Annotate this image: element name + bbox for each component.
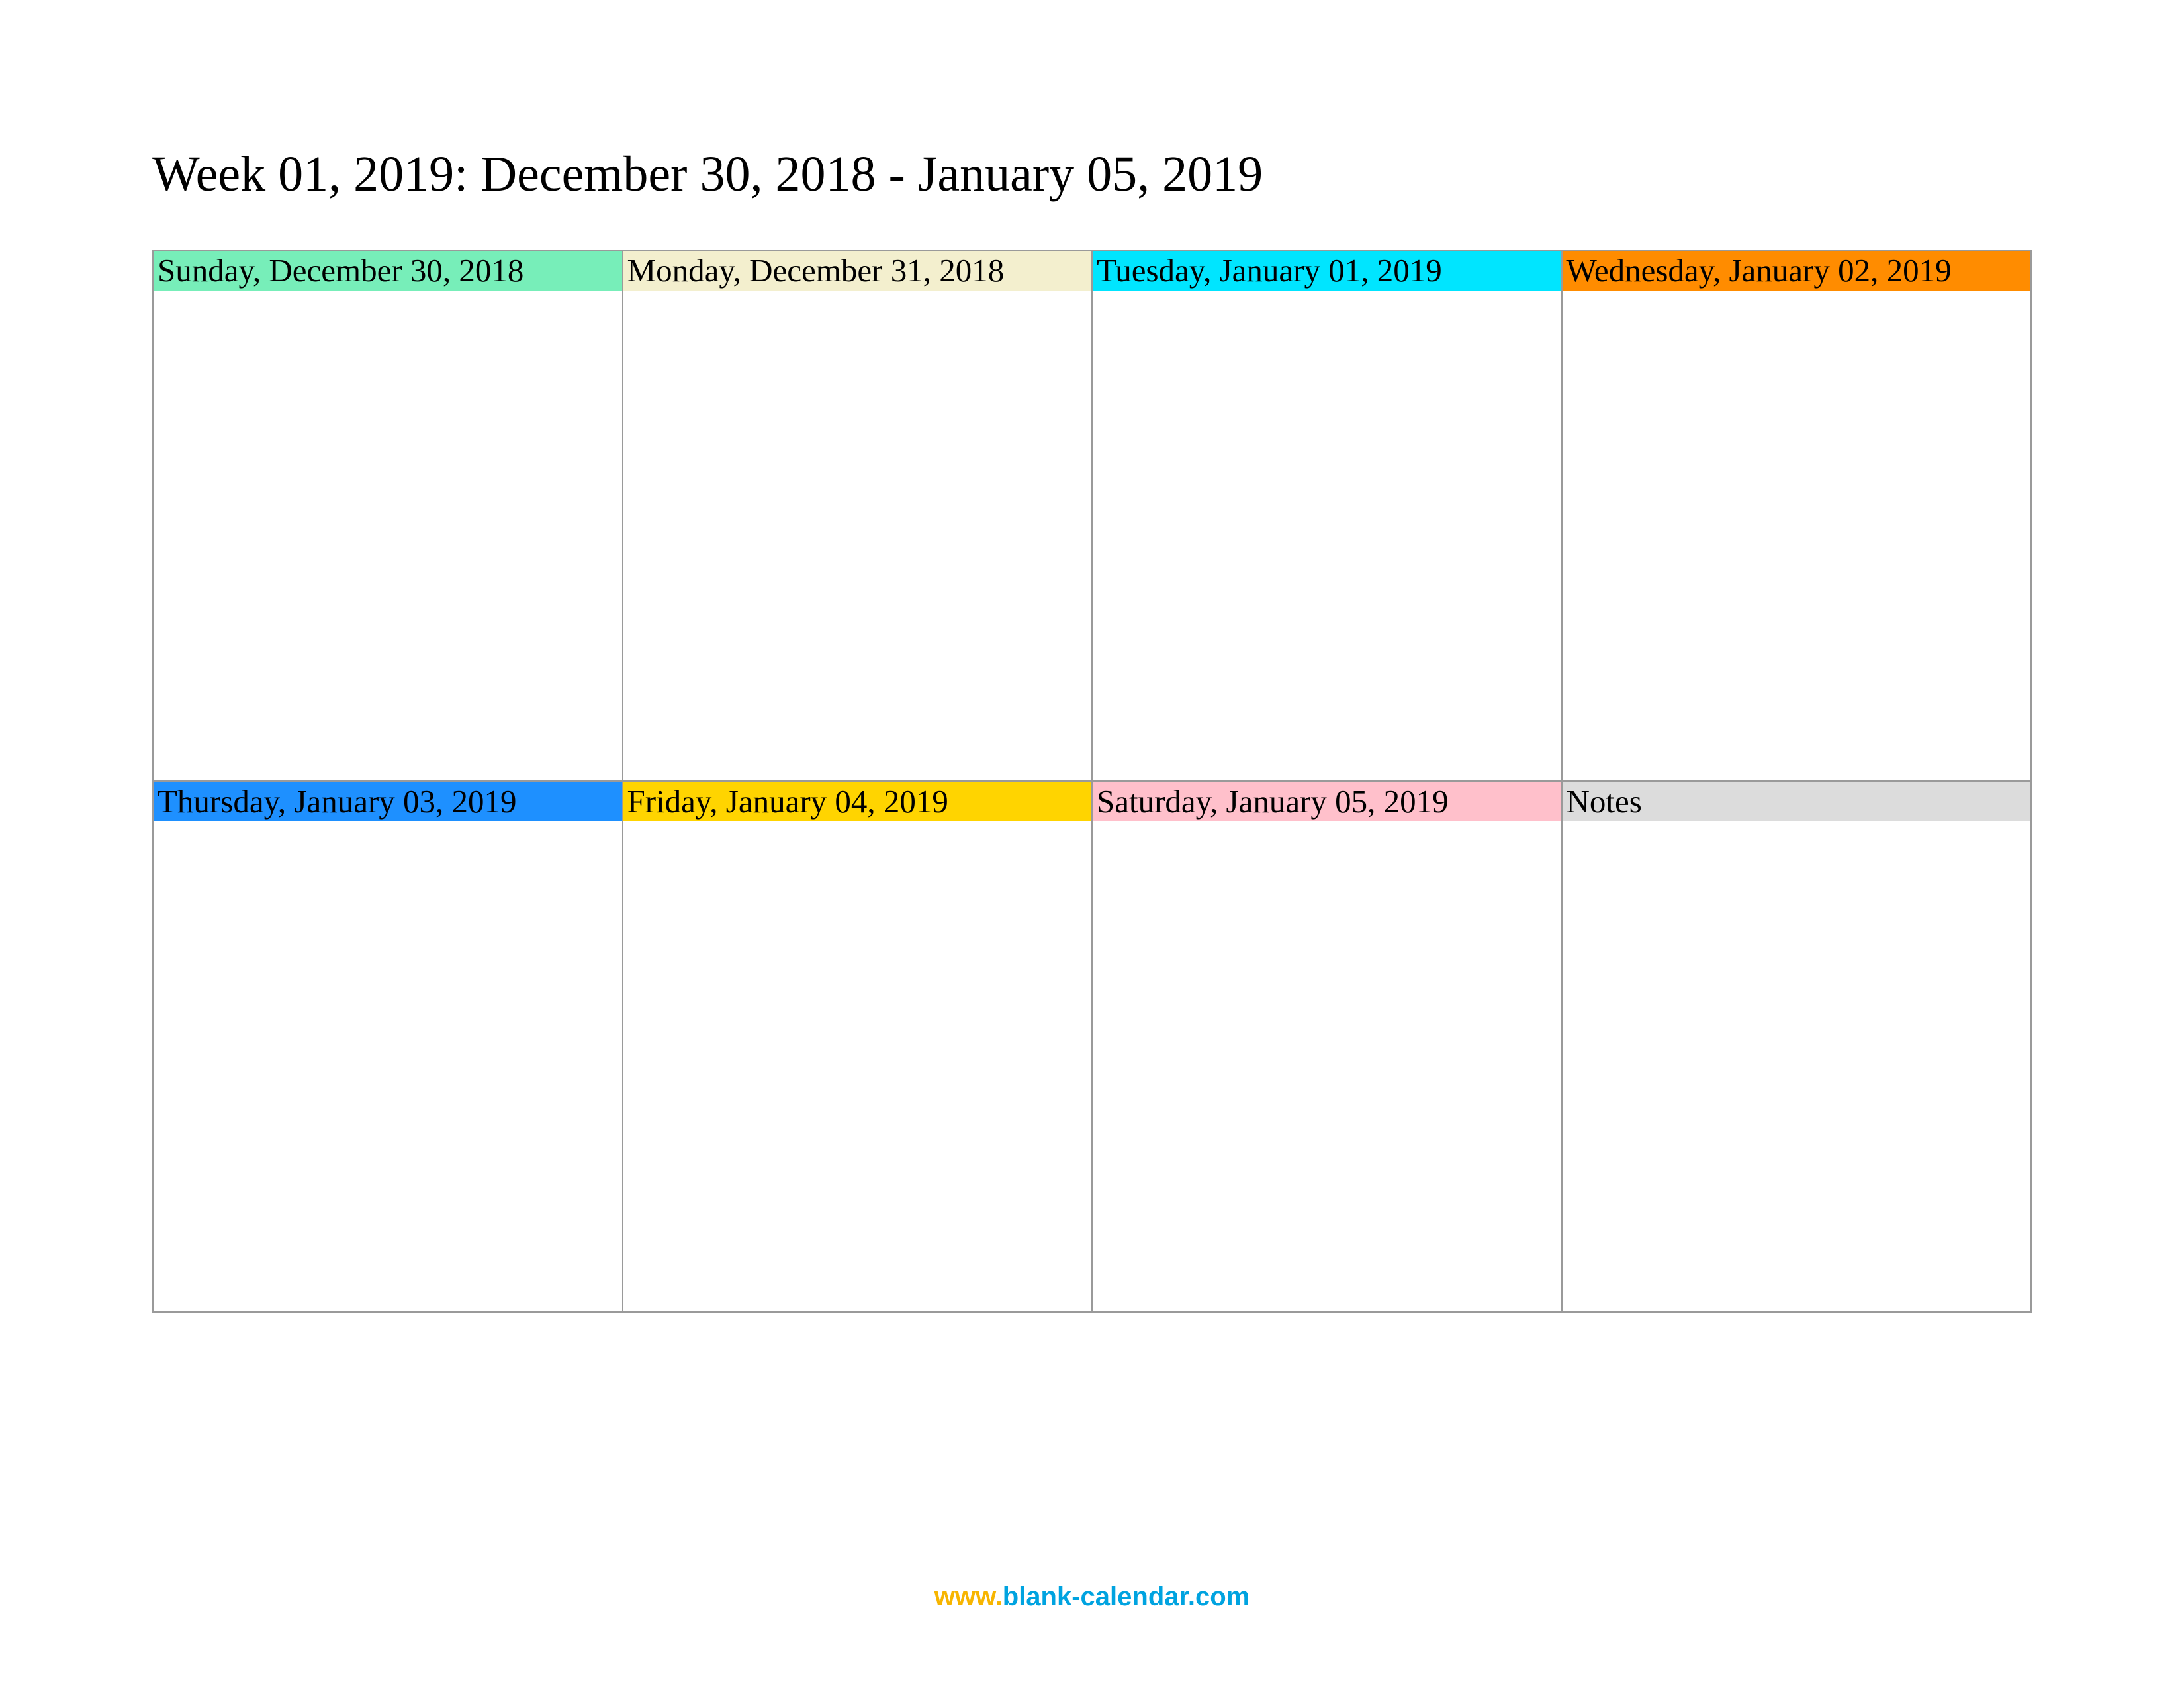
- day-header-thursday: Thursday, January 03, 2019: [152, 780, 622, 821]
- calendar-page: Week 01, 2019: December 30, 2018 - Janua…: [0, 0, 2184, 1313]
- day-cell-notes[interactable]: [1561, 821, 2031, 1311]
- footer-prefix: www.: [934, 1582, 1003, 1611]
- day-cell-thursday[interactable]: [152, 821, 622, 1311]
- day-cell-sunday[interactable]: [152, 291, 622, 780]
- page-title: Week 01, 2019: December 30, 2018 - Janua…: [152, 146, 2032, 203]
- day-header-friday: Friday, January 04, 2019: [622, 780, 1092, 821]
- day-header-sunday: Sunday, December 30, 2018: [152, 250, 622, 291]
- day-header-tuesday: Tuesday, January 01, 2019: [1091, 250, 1561, 291]
- day-cell-friday[interactable]: [622, 821, 1092, 1311]
- day-cell-tuesday[interactable]: [1091, 291, 1561, 780]
- footer-domain: blank-calendar.com: [1003, 1582, 1250, 1611]
- day-header-notes: Notes: [1561, 780, 2031, 821]
- day-cell-wednesday[interactable]: [1561, 291, 2031, 780]
- day-cell-monday[interactable]: [622, 291, 1092, 780]
- day-header-monday: Monday, December 31, 2018: [622, 250, 1092, 291]
- week-grid: Sunday, December 30, 2018 Monday, Decemb…: [152, 250, 2032, 1313]
- day-cell-saturday[interactable]: [1091, 821, 1561, 1311]
- day-header-wednesday: Wednesday, January 02, 2019: [1561, 250, 2031, 291]
- footer-link[interactable]: www.blank-calendar.com: [0, 1582, 2184, 1612]
- day-header-saturday: Saturday, January 05, 2019: [1091, 780, 1561, 821]
